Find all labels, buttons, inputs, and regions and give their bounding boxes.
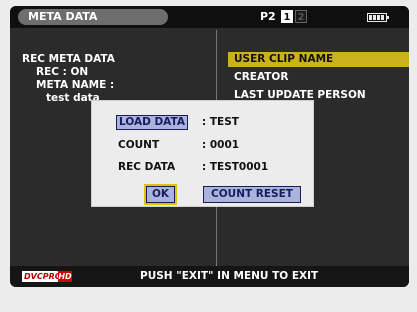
hd-text: HD xyxy=(58,271,72,282)
load-data-value: : TEST xyxy=(202,116,239,128)
load-data-dialog: LOAD DATA : TEST COUNT : 0001 REC DATA :… xyxy=(91,100,314,207)
rec-data-label: REC DATA xyxy=(118,161,176,173)
slot-1-indicator: 1 xyxy=(281,10,293,23)
rec-meta-data-heading: REC META DATA xyxy=(22,53,115,65)
exit-instruction: PUSH "EXIT" IN MENU TO EXIT xyxy=(140,270,319,282)
rec-status: REC : ON xyxy=(36,66,89,78)
battery-icon xyxy=(367,13,389,22)
rec-data-value: : TEST0001 xyxy=(202,161,269,173)
header-bar: META DATA P2 1 2 xyxy=(10,6,409,28)
ok-button[interactable]: OK xyxy=(144,184,177,205)
footer-bar: DVCPRO HD PUSH "EXIT" IN MENU TO EXIT xyxy=(10,266,409,287)
count-value: : 0001 xyxy=(202,139,240,151)
page-title: META DATA xyxy=(18,9,168,25)
battery-level xyxy=(369,15,385,20)
load-data-field[interactable]: LOAD DATA xyxy=(116,115,188,130)
dvcpro-text: DVCPRO xyxy=(24,272,62,281)
menu-item-user-clip-name[interactable]: USER CLIP NAME xyxy=(228,52,409,67)
count-reset-button[interactable]: COUNT RESET xyxy=(203,186,301,203)
meta-name-label: META NAME : xyxy=(36,79,115,91)
menu-item-creator[interactable]: CREATOR xyxy=(228,70,409,85)
dvcpro-hd-logo: DVCPRO HD xyxy=(22,271,72,282)
camera-menu-screen: META DATA P2 1 2 REC META DATA REC : ON … xyxy=(0,0,417,312)
slot-2-indicator: 2 xyxy=(295,10,307,23)
count-label: COUNT xyxy=(118,139,160,151)
p2-label: P2 xyxy=(260,10,276,23)
